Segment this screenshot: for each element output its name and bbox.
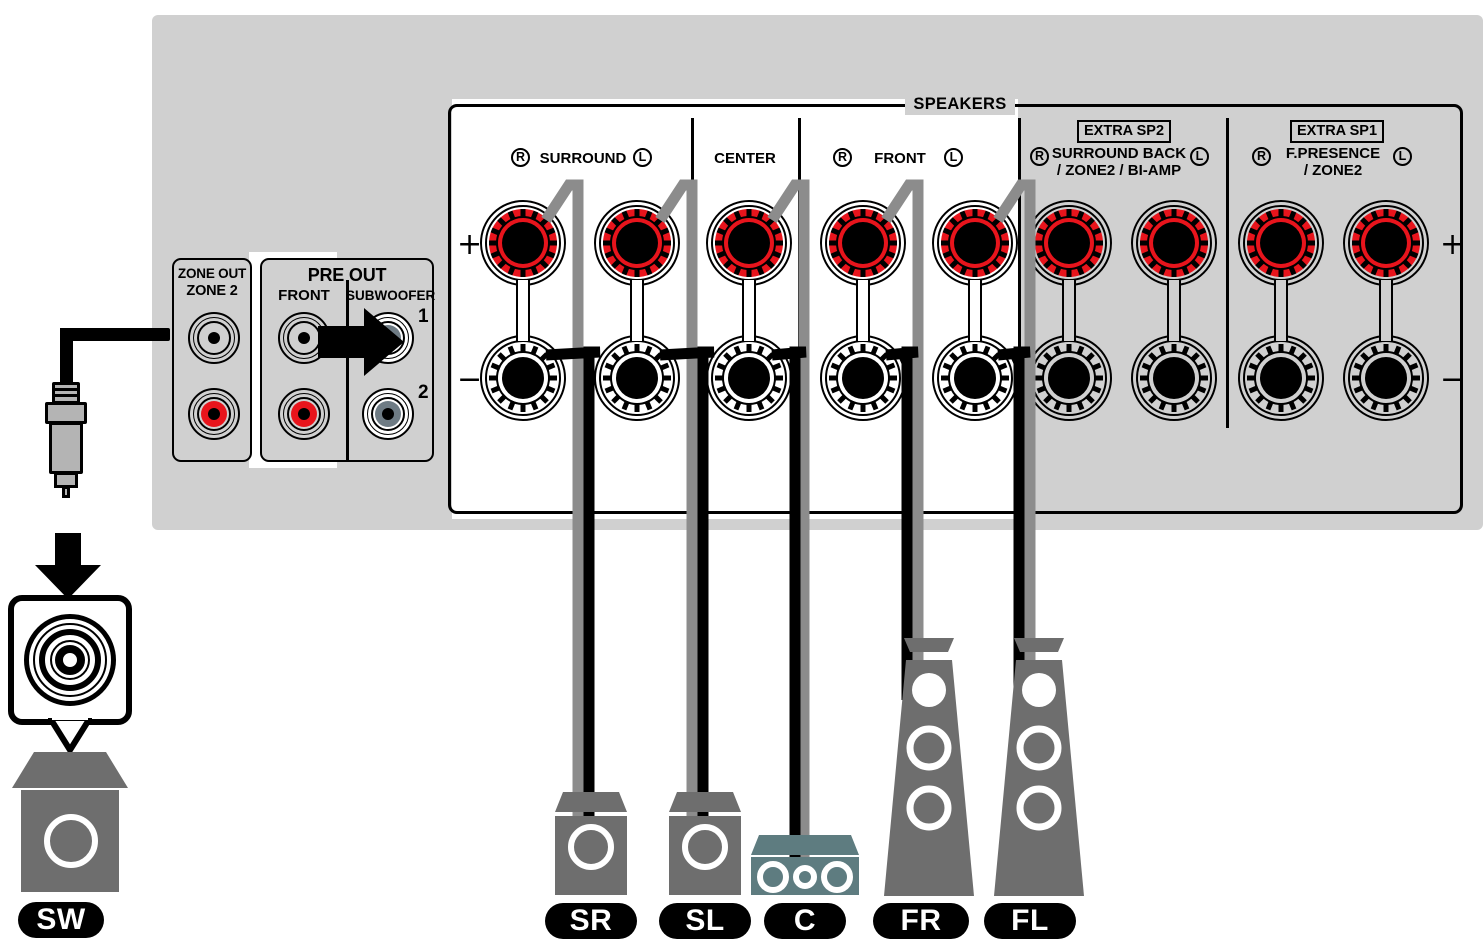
speaker-icon-fl <box>986 638 1092 896</box>
speaker-label-fr: FR <box>873 903 969 939</box>
speaker-icon-sr <box>549 790 633 895</box>
speaker-label-fl: FL <box>984 903 1076 939</box>
speaker-icon-sl <box>663 790 747 895</box>
speaker-label-sr: SR <box>545 903 637 939</box>
speaker-label-sl: SL <box>659 903 751 939</box>
speaker-icon-c <box>749 833 861 895</box>
speaker-icon-fr <box>876 638 982 896</box>
diagram-canvas: ZONE OUT ZONE 2 PRE OUT FRONT SUBWOOFER <box>0 0 1483 950</box>
speaker-label-c: C <box>764 903 846 939</box>
